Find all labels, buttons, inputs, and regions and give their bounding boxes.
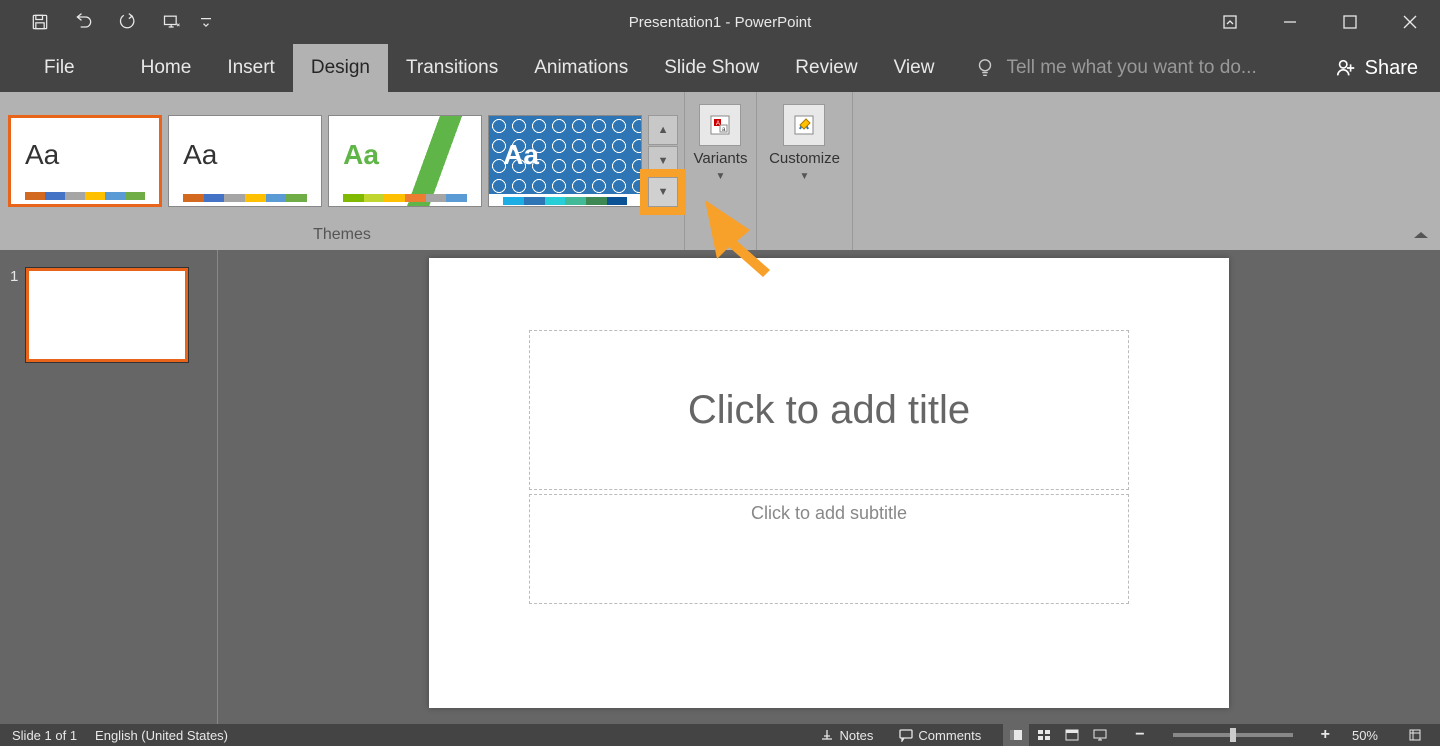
window-title: Presentation1 - PowerPoint [629,14,812,31]
ribbon: Aa Aa Aa Aa ▲ ▼ ▼ Themes [0,92,1440,250]
variants-label: Variants [694,150,748,167]
slide-thumbnail-image [26,268,188,362]
view-buttons [1003,724,1113,746]
slide-counter[interactable]: Slide 1 of 1 [12,728,77,743]
theme-gallery-more-button[interactable]: ▼ [648,177,678,207]
minimize-button[interactable] [1260,0,1320,44]
theme-preview-text: Aa [329,116,481,194]
zoom-level[interactable]: 50% [1352,728,1378,743]
zoom-in-button[interactable]: + [1317,726,1334,744]
qat-customize-button[interactable] [194,0,218,44]
zoom-slider[interactable] [1173,733,1293,737]
theme-2[interactable]: Aa [168,115,322,207]
tab-transitions[interactable]: Transitions [388,44,516,92]
zoom-out-button[interactable]: − [1131,726,1148,744]
start-from-beginning-button[interactable] [150,0,194,44]
tab-design[interactable]: Design [293,44,388,92]
tab-home[interactable]: Home [123,44,210,92]
comments-label: Comments [918,728,981,743]
redo-button[interactable] [106,0,150,44]
undo-button[interactable] [62,0,106,44]
tell-me-placeholder: Tell me what you want to do... [1006,57,1256,79]
tab-review[interactable]: Review [777,44,875,92]
title-bar: Presentation1 - PowerPoint [0,0,1440,44]
slide-sorter-view-button[interactable] [1031,724,1057,746]
notes-button[interactable]: Notes [816,728,877,743]
theme-color-row [11,192,159,204]
theme-color-row [329,194,481,206]
tab-view[interactable]: View [876,44,953,92]
ribbon-display-options-button[interactable] [1200,0,1260,44]
tab-insert[interactable]: Insert [209,44,293,92]
customize-group: Customize ▼ [757,92,853,250]
work-area: 1 Click to add title Click to add subtit… [0,250,1440,724]
customize-label: Customize [769,150,840,167]
tab-file[interactable]: File [26,44,93,92]
tab-animations[interactable]: Animations [516,44,646,92]
themes-group-label: Themes [0,222,684,250]
dropdown-arrow-icon: ▼ [716,171,726,182]
title-placeholder[interactable]: Click to add title [529,330,1129,490]
comments-icon [899,728,913,742]
maximize-button[interactable] [1320,0,1380,44]
slide-number: 1 [10,268,18,362]
zoom-slider-thumb[interactable] [1230,728,1236,742]
customize-icon [783,104,825,146]
share-icon [1335,57,1357,79]
theme-preview-text: Aa [169,116,321,194]
theme-preview-text: Aa [489,116,641,194]
lightbulb-icon [974,57,996,79]
slide-thumbnail-1[interactable]: 1 [10,268,207,362]
share-button[interactable]: Share [1313,44,1440,92]
slide-canvas-area: Click to add title Click to add subtitle [218,250,1440,724]
subtitle-placeholder[interactable]: Click to add subtitle [529,494,1129,604]
comments-button[interactable]: Comments [895,728,985,743]
tell-me-search[interactable]: Tell me what you want to do... [952,44,1312,92]
window-controls [1200,0,1440,44]
save-button[interactable] [18,0,62,44]
fit-to-window-button[interactable] [1402,724,1428,746]
tab-slideshow[interactable]: Slide Show [646,44,777,92]
language-indicator[interactable]: English (United States) [95,728,228,743]
variants-group: Aa Variants ▼ [685,92,757,250]
theme-color-row [169,194,321,206]
notes-icon [820,728,834,742]
share-label: Share [1365,57,1418,80]
variants-button[interactable]: Aa Variants ▼ [690,100,752,186]
slideshow-view-button[interactable] [1087,724,1113,746]
reading-view-button[interactable] [1059,724,1085,746]
themes-gallery: Aa Aa Aa Aa ▲ ▼ ▼ [0,92,684,222]
themes-group: Aa Aa Aa Aa ▲ ▼ ▼ Themes [0,92,685,250]
ribbon-tabs: File Home Insert Design Transitions Anim… [0,44,1440,92]
svg-text:A: A [716,121,720,127]
collapse-ribbon-button[interactable] [1412,228,1430,246]
theme-integral[interactable]: Aa [488,115,642,207]
quick-access-toolbar [0,0,218,44]
close-button[interactable] [1380,0,1440,44]
theme-color-row [489,194,641,206]
status-bar: Slide 1 of 1 English (United States) Not… [0,724,1440,746]
slide-thumbnail-panel: 1 [0,250,218,724]
slide-canvas[interactable]: Click to add title Click to add subtitle [429,258,1229,708]
theme-facet[interactable]: Aa [328,115,482,207]
theme-gallery-scroll: ▲ ▼ ▼ [648,115,678,207]
dropdown-arrow-icon: ▼ [800,171,810,182]
normal-view-button[interactable] [1003,724,1029,746]
theme-preview-text: Aa [11,118,159,192]
notes-label: Notes [839,728,873,743]
theme-scroll-up-button[interactable]: ▲ [648,115,678,145]
customize-button[interactable]: Customize ▼ [765,100,844,186]
theme-scroll-down-button[interactable]: ▼ [648,146,678,176]
theme-office[interactable]: Aa [8,115,162,207]
variants-icon: Aa [699,104,741,146]
